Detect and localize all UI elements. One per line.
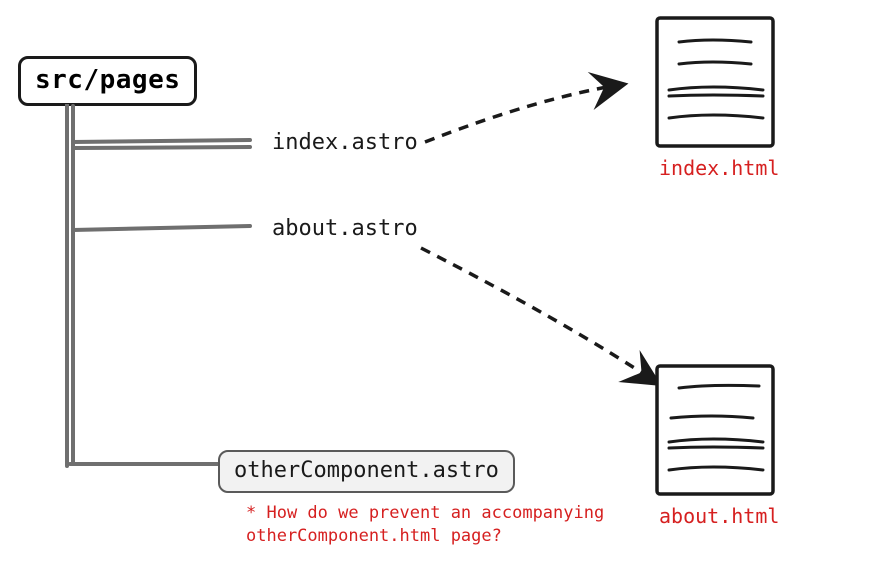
note-text: * How do we prevent an accompanying othe… [246, 502, 666, 548]
arrow-index [420, 72, 640, 152]
file-other-component-label: otherComponent.astro [234, 458, 499, 483]
folder-root-label: src/pages [35, 65, 180, 95]
output-about: about.html [659, 504, 779, 528]
file-index: index.astro [272, 130, 418, 155]
file-about-label: about.astro [272, 216, 418, 241]
arrow-about [416, 242, 676, 402]
output-about-label: about.html [659, 504, 779, 528]
file-other-component: otherComponent.astro [218, 450, 515, 493]
folder-root: src/pages [18, 56, 197, 106]
tree-connectors [55, 104, 255, 484]
file-about: about.astro [272, 216, 418, 241]
output-index-label: index.html [659, 156, 779, 180]
document-icon [651, 12, 779, 152]
document-icon [651, 360, 779, 500]
file-index-label: index.astro [272, 130, 418, 155]
output-index: index.html [659, 156, 779, 180]
